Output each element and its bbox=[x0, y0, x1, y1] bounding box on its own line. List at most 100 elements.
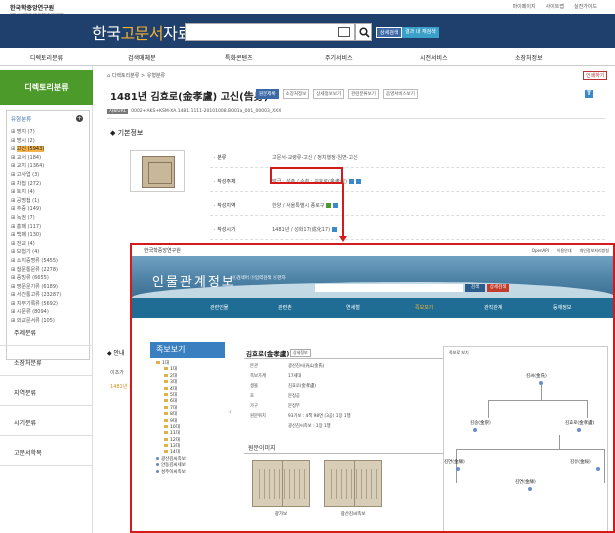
sidebar-item-region[interactable]: 지역분류 bbox=[0, 382, 93, 406]
tree-item-label: 고사업 (3) bbox=[16, 171, 40, 178]
tree-item[interactable]: ⊞ 교지 (1364) bbox=[11, 162, 85, 171]
genealogy-tree-item[interactable]: 성주이씨족보 bbox=[156, 469, 225, 476]
collapse-arrow-icon[interactable]: ‹ bbox=[229, 408, 232, 416]
tree-item[interactable]: ⊞ 추증 (149) bbox=[11, 205, 85, 214]
tree-item[interactable]: ⊞ 첩문통문류 (2278) bbox=[11, 266, 85, 275]
map-icon[interactable] bbox=[326, 203, 332, 208]
tab-chronology[interactable]: 연세철 bbox=[346, 304, 360, 311]
tree-item-label: 증빙류 (6655) bbox=[16, 275, 49, 282]
source-image-1[interactable]: 광가보 bbox=[248, 457, 314, 519]
tab-office[interactable]: 관직관계 bbox=[484, 304, 502, 311]
tree-item[interactable]: ⊞ 토지 (4) bbox=[11, 188, 85, 197]
popup-util-openapi[interactable]: OpenAPI bbox=[532, 248, 549, 254]
tree-item[interactable]: ⊞ 명문문기류 (6189) bbox=[11, 283, 85, 292]
tree-item[interactable]: ⊞ 명시 (2) bbox=[11, 137, 85, 146]
nav-holdings[interactable]: 소장처정보 bbox=[515, 53, 543, 62]
popup-brand-title[interactable]: 인물관계정보 bbox=[152, 271, 236, 290]
sidebar-item-term[interactable]: 고문서학목 bbox=[0, 442, 93, 466]
document-thumbnail[interactable] bbox=[130, 150, 185, 192]
popup-hero: 인물관계정보 ⓞ검색어 ⓞ입력검색 ⓞ한자 검색 상세검색 bbox=[132, 256, 613, 298]
tree-item-label: 첩문통문류 (2278) bbox=[16, 266, 58, 273]
tool-holder-info[interactable]: 소장처정보 bbox=[282, 89, 310, 99]
tree-item[interactable]: ⊞ 공명첩 (1) bbox=[11, 197, 85, 206]
tab-related-people[interactable]: 관련인물 bbox=[210, 304, 228, 311]
tree-item[interactable]: ⊞ 시문류 (8094) bbox=[11, 308, 85, 317]
tree-item[interactable]: ⊞ 홍패 (117) bbox=[11, 223, 85, 232]
util-link-sitemap[interactable]: 사이트맵 bbox=[546, 3, 564, 10]
sidebar-item-holder[interactable]: 소장처분류 bbox=[0, 352, 93, 376]
tree-item[interactable]: ⊞ 서간통고류 (23287) bbox=[11, 291, 85, 300]
tree-item[interactable]: ⊞ 치부기록류 (5692) bbox=[11, 300, 85, 309]
popup-search-input[interactable] bbox=[315, 284, 463, 292]
tree-item[interactable]: ⊞ 고신 (5943) bbox=[11, 145, 85, 154]
tree-item[interactable]: ⊞ 소지증명류 (5455) bbox=[11, 257, 85, 266]
tree-head-label: 유형분류 bbox=[11, 117, 32, 123]
tab-related-village[interactable]: 관련촌 bbox=[278, 304, 292, 311]
tree-item[interactable]: ⊞ 명지 (7) bbox=[11, 128, 85, 137]
tab-genealogy[interactable]: 족보보기 bbox=[415, 304, 433, 311]
tree-node-child-1[interactable]: 김연(金緣) bbox=[444, 459, 465, 465]
tree-node-root[interactable]: 김씨(金氏) bbox=[526, 373, 547, 379]
tree-line bbox=[604, 449, 605, 483]
family-tree-heading[interactable]: 족보로 보기 bbox=[449, 350, 469, 356]
expand-icon[interactable]: + bbox=[76, 115, 83, 122]
person-icon[interactable] bbox=[355, 179, 361, 184]
tree-item[interactable]: ⊞ 교서 (184) bbox=[11, 154, 85, 163]
tree-item[interactable]: ⊞ 전교 (4) bbox=[11, 240, 85, 249]
print-button[interactable]: 인쇄하기 bbox=[583, 71, 608, 80]
popup-util-privacy[interactable]: 개인정보처리방침 bbox=[580, 248, 609, 254]
nav-directory[interactable]: 디렉토리분류 bbox=[30, 53, 63, 62]
person-icon[interactable] bbox=[333, 203, 339, 208]
text-size-icon[interactable]: T bbox=[585, 90, 593, 98]
tool-source-text[interactable]: 원문제록 bbox=[256, 89, 279, 99]
tool-related[interactable]: 관련분류보기 bbox=[348, 89, 379, 99]
book-icon bbox=[156, 469, 159, 473]
source-image-2[interactable]: 광산김씨족보 bbox=[320, 457, 386, 519]
tree-item[interactable]: ⊞ 녹권 (7) bbox=[11, 214, 85, 223]
tree-node-child-2[interactable]: 김연(金緣) bbox=[515, 479, 536, 485]
person-detail-badge[interactable]: 상세정보 bbox=[290, 349, 311, 357]
tree-item-label: 전교 (4) bbox=[16, 240, 35, 247]
keyboard-icon[interactable] bbox=[338, 27, 350, 37]
tab-registry[interactable]: 등재정보 bbox=[553, 304, 571, 311]
nav-periodic[interactable]: 주기서비스 bbox=[325, 53, 353, 62]
url-value[interactable]: 0002+AKS+KSM-XA.1481.1111-20101008.B001a… bbox=[131, 109, 281, 114]
util-link-mypage[interactable]: 마이페이지 bbox=[513, 3, 536, 10]
popup-util-guide[interactable]: 이용안내 bbox=[557, 248, 572, 254]
person-icon[interactable] bbox=[332, 227, 338, 232]
search-button[interactable] bbox=[355, 23, 372, 41]
popup-advanced-button[interactable]: 상세검색 bbox=[487, 284, 509, 292]
person-icon[interactable] bbox=[348, 179, 354, 184]
sidebar-item-period[interactable]: 시기분류 bbox=[0, 412, 93, 436]
tree-item[interactable]: ⊞ 백패 (130) bbox=[11, 231, 85, 240]
search-option-radios[interactable]: ⓞ검색어 ⓞ입력검색 ⓞ한자 bbox=[232, 275, 286, 281]
tree-item[interactable]: ⊞ 증빙류 (6655) bbox=[11, 274, 85, 283]
tree-head[interactable]: 유형분류 + bbox=[11, 115, 85, 123]
popup-search-button[interactable]: 검색 bbox=[465, 284, 485, 292]
search-in-result-button[interactable]: 결과 내 재검색 bbox=[402, 27, 439, 38]
tree-line bbox=[587, 400, 588, 418]
tree-item[interactable]: ⊞ 고사업 (3) bbox=[11, 171, 85, 180]
util-link-guide[interactable]: 실전가이드 bbox=[574, 3, 597, 10]
person-info-key: 원문위치 bbox=[250, 414, 266, 419]
tree-plus-icon[interactable]: ⊞ bbox=[11, 146, 17, 152]
sidebar-item-subject[interactable]: 주제분류 bbox=[0, 322, 93, 346]
popup-logo[interactable]: 한국학중앙연구원 bbox=[144, 247, 181, 254]
meta-key-text: 작성주체 bbox=[217, 179, 236, 185]
folder-icon bbox=[164, 437, 168, 441]
tree-node-left[interactable]: 김숭(金崇) bbox=[470, 420, 491, 426]
tool-audio[interactable]: 음영서비스보기 bbox=[382, 89, 418, 99]
search-input[interactable] bbox=[185, 23, 355, 41]
nav-special[interactable]: 특화콘텐츠 bbox=[225, 53, 253, 62]
tree-node-selected[interactable]: 김효로(金孝盧) bbox=[565, 420, 594, 426]
tool-detail[interactable]: 상세정보보기 bbox=[313, 89, 345, 99]
advanced-search-button[interactable]: 상세검색 bbox=[376, 27, 403, 38]
nav-media[interactable]: 검색매체분 bbox=[128, 53, 156, 62]
tree-item-label: 명문문기류 (6189) bbox=[16, 283, 58, 290]
tree-item[interactable]: ⊞ 차첩 (272) bbox=[11, 180, 85, 189]
tree-node-child-3[interactable]: 김유(金綏) bbox=[570, 459, 591, 465]
genealogy-tree-label: 성주이씨족보 bbox=[161, 469, 186, 475]
tree-item[interactable]: ⊞ 보첩기 (4) bbox=[11, 248, 85, 257]
site-logo-text: 한국학중앙연구원 bbox=[10, 5, 55, 12]
nav-timeline[interactable]: 시전서비스 bbox=[420, 53, 448, 62]
